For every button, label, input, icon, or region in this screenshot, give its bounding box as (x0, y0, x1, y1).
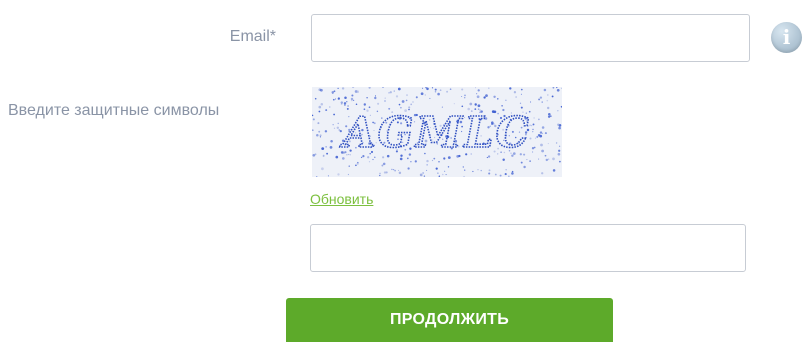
email-label: Email* (229, 28, 276, 45)
form-container: Email* i Введите защитные символы AGMLC … (0, 0, 803, 342)
info-glyph: i (782, 25, 791, 49)
email-field[interactable] (311, 14, 750, 62)
info-icon[interactable]: i (771, 22, 802, 53)
captcha-input[interactable] (310, 224, 746, 272)
captcha-image: AGMLC (312, 87, 562, 177)
captcha-text: AGMLC (339, 108, 531, 157)
continue-button[interactable]: ПРОДОЛЖИТЬ (286, 298, 613, 342)
captcha-label: Введите защитные символы (8, 102, 220, 119)
refresh-captcha-link[interactable]: Обновить (310, 191, 373, 207)
